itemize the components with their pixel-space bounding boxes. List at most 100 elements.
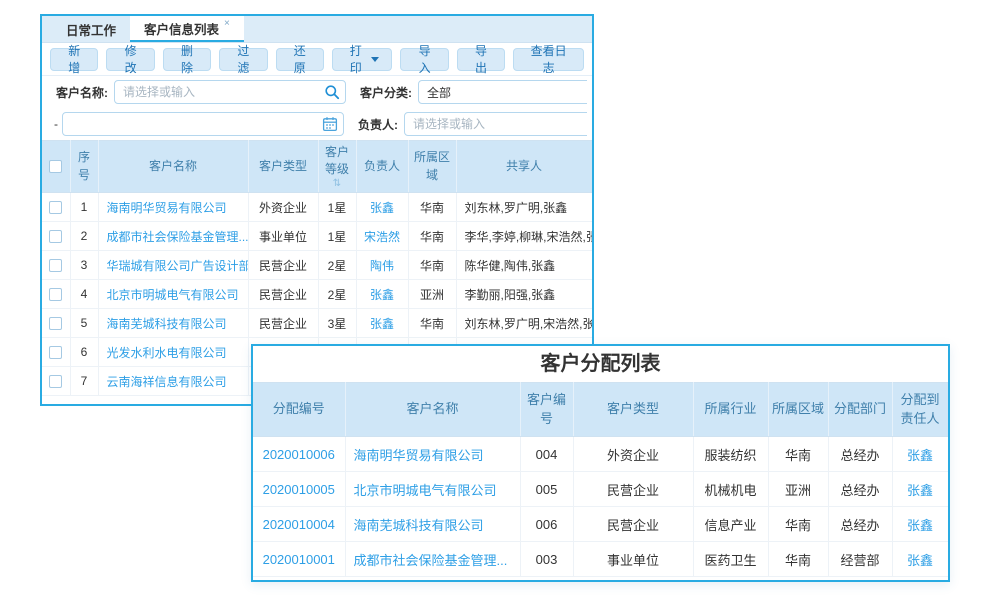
owner-link[interactable]: 陶伟 [356, 251, 408, 280]
col-header-shared: 共享人 [456, 141, 592, 193]
calendar-icon[interactable] [322, 116, 338, 132]
row-checkbox[interactable] [49, 317, 62, 330]
table-row: 3 华瑞城有限公司广告设计部 民营企业 2星 陶伟 华南 陈华健,陶伟,张鑫 [42, 251, 592, 280]
col-header-region: 所属区域 [408, 141, 456, 193]
tab-customer-info-list[interactable]: 客户信息列表 × [130, 16, 244, 42]
cell-dept: 经营部 [828, 542, 892, 577]
filter-area: 客户名称: 客户分类: - [42, 76, 592, 140]
view-log-button[interactable]: 查看日志 [513, 48, 584, 71]
tab-bar: 日常工作 客户信息列表 × [42, 16, 592, 43]
print-button[interactable]: 打印 [332, 48, 393, 71]
customer-name-link[interactable]: 华瑞城有限公司广告设计部 [98, 251, 248, 280]
col-header-no: 序号 [70, 141, 98, 193]
cell-no: 1 [70, 193, 98, 222]
cell-industry: 医药卫生 [693, 542, 768, 577]
col-header-customer-type: 客户类型 [248, 141, 318, 193]
filter-button[interactable]: 过滤 [219, 48, 267, 71]
row-checkbox[interactable] [49, 259, 62, 272]
customer-category-select[interactable] [418, 80, 587, 104]
customer-name-link[interactable]: 北京市明城电气有限公司 [345, 472, 520, 507]
owner-link[interactable]: 张鑫 [356, 309, 408, 338]
cell-shared: 陈华健,陶伟,张鑫 [456, 251, 592, 280]
tab-label: 客户信息列表 [144, 19, 219, 38]
row-checkbox[interactable] [49, 346, 62, 359]
customer-category-label: 客户分类: [360, 84, 412, 101]
assignee-link[interactable]: 张鑫 [892, 437, 948, 472]
cell-no: 2 [70, 222, 98, 251]
delete-button[interactable]: 删除 [163, 48, 211, 71]
customer-name-link[interactable]: 成都市社会保险基金管理... [98, 222, 248, 251]
cell-customer-no: 004 [520, 437, 573, 472]
export-button[interactable]: 导出 [457, 48, 505, 71]
tab-daily-work[interactable]: 日常工作 [52, 16, 130, 42]
table-row: 2 成都市社会保险基金管理... 事业单位 1星 宋浩然 华南 李华,李婷,柳琳… [42, 222, 592, 251]
close-icon[interactable]: × [224, 18, 230, 29]
customer-name-link[interactable]: 海南明华贸易有限公司 [98, 193, 248, 222]
col-header-customer-name: 客户名称 [345, 383, 520, 437]
add-button[interactable]: 新增 [50, 48, 98, 71]
sort-icon[interactable]: ⇅ [321, 179, 354, 189]
col-header-assignee: 分配到责任人 [892, 383, 948, 437]
customer-name-link[interactable]: 北京市明城电气有限公司 [98, 280, 248, 309]
cell-region: 华南 [768, 507, 828, 542]
col-header-customer-name: 客户名称 [98, 141, 248, 193]
assignee-link[interactable]: 张鑫 [892, 542, 948, 577]
alloc-no-link[interactable]: 2020010001 [253, 542, 345, 577]
table-row: 2020010005 北京市明城电气有限公司 005 民营企业 机械机电 亚洲 … [253, 472, 948, 507]
col-header-customer-type: 客户类型 [573, 383, 693, 437]
owner-link[interactable]: 张鑫 [356, 280, 408, 309]
cell-no: 5 [70, 309, 98, 338]
cell-no: 4 [70, 280, 98, 309]
alloc-no-link[interactable]: 2020010006 [253, 437, 345, 472]
row-checkbox[interactable] [49, 288, 62, 301]
assignee-link[interactable]: 张鑫 [892, 507, 948, 542]
owner-link[interactable]: 宋浩然 [356, 222, 408, 251]
table-row: 2020010001 成都市社会保险基金管理... 003 事业单位 医药卫生 … [253, 542, 948, 577]
cell-level: 3星 [318, 309, 356, 338]
customer-name-link[interactable]: 成都市社会保险基金管理... [345, 542, 520, 577]
edit-button[interactable]: 修改 [106, 48, 154, 71]
customer-name-link[interactable]: 海南芜城科技有限公司 [98, 309, 248, 338]
cell-type: 事业单位 [248, 222, 318, 251]
col-header-customer-no: 客户编号 [520, 383, 573, 437]
row-checkbox[interactable] [49, 375, 62, 388]
cell-customer-no: 003 [520, 542, 573, 577]
customer-name-label: 客户名称: [56, 84, 108, 101]
row-checkbox[interactable] [49, 201, 62, 214]
cell-type: 民营企业 [248, 280, 318, 309]
cell-no: 7 [70, 367, 98, 396]
row-checkbox[interactable] [49, 230, 62, 243]
table-row: 1 海南明华贸易有限公司 外资企业 1星 张鑫 华南 刘东林,罗广明,张鑫 [42, 193, 592, 222]
table-header-row: 分配编号 客户名称 客户编号 客户类型 所属行业 所属区域 分配部门 分配到责任… [253, 383, 948, 437]
owner-input[interactable] [404, 112, 587, 136]
search-icon[interactable] [324, 84, 340, 100]
caret-down-icon [371, 57, 379, 62]
customer-name-link[interactable]: 光发水利水电有限公司 [98, 338, 248, 367]
date-input[interactable] [62, 112, 344, 136]
cell-type: 民营企业 [573, 472, 693, 507]
cell-type: 民营企业 [248, 309, 318, 338]
customer-allocation-window: 客户分配列表 分配编号 客户名称 客户编号 客户类型 所属行业 所属区域 分配部… [251, 344, 950, 582]
filter-row-1: 客户名称: 客户分类: [42, 76, 592, 108]
select-all-checkbox[interactable] [49, 160, 62, 173]
cell-type: 外资企业 [573, 437, 693, 472]
col-header-dept: 分配部门 [828, 383, 892, 437]
assignee-link[interactable]: 张鑫 [892, 472, 948, 507]
alloc-no-link[interactable]: 2020010004 [253, 507, 345, 542]
alloc-no-link[interactable]: 2020010005 [253, 472, 345, 507]
customer-name-link[interactable]: 云南海祥信息有限公司 [98, 367, 248, 396]
customer-name-link[interactable]: 海南明华贸易有限公司 [345, 437, 520, 472]
cell-dept: 总经办 [828, 472, 892, 507]
col-header-alloc-no: 分配编号 [253, 383, 345, 437]
customer-name-link[interactable]: 海南芜城科技有限公司 [345, 507, 520, 542]
col-header-industry: 所属行业 [693, 383, 768, 437]
restore-button[interactable]: 还原 [276, 48, 324, 71]
table-row: 2020010006 海南明华贸易有限公司 004 外资企业 服装纺织 华南 总… [253, 437, 948, 472]
cell-region: 华南 [768, 542, 828, 577]
customer-name-input[interactable] [114, 80, 346, 104]
table-header-row: 序号 客户名称 客户类型 客户等级 ⇅ 负责人 所属区域 共享人 [42, 141, 592, 193]
owner-link[interactable]: 张鑫 [356, 193, 408, 222]
filter-row-2: - 负责人: [42, 108, 592, 140]
col-header-region: 所属区域 [768, 383, 828, 437]
import-button[interactable]: 导入 [400, 48, 448, 71]
